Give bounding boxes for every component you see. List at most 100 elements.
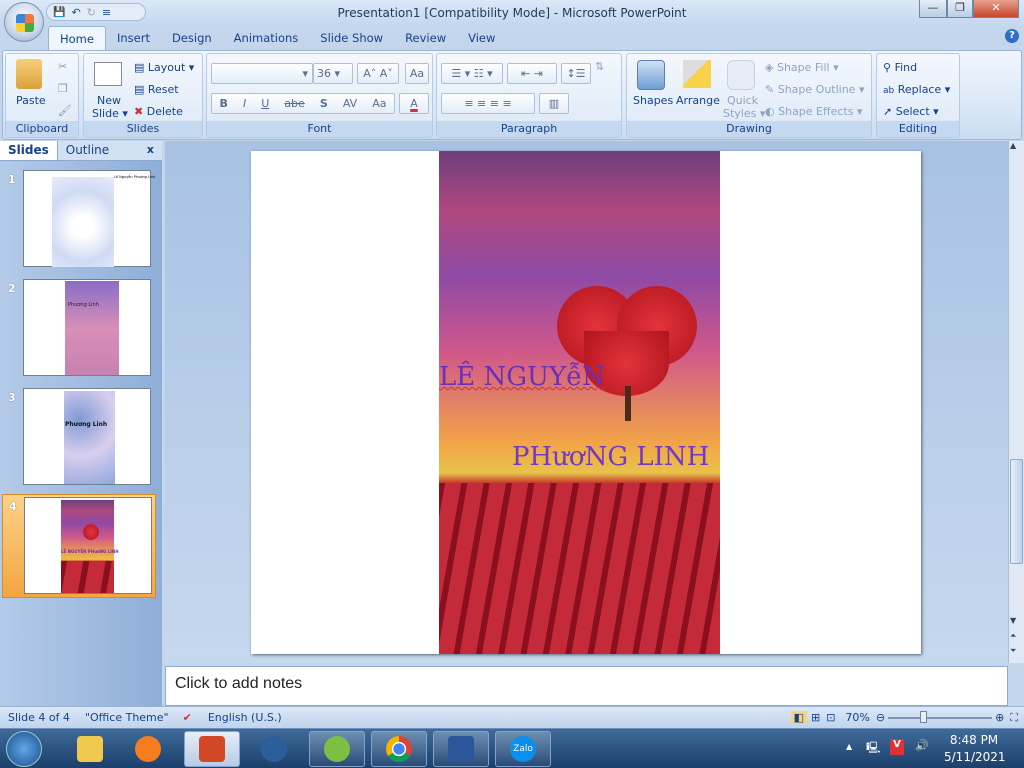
shrink-font-button[interactable]: A˅ xyxy=(380,67,393,80)
bold-button[interactable]: B xyxy=(220,94,228,113)
shape-fill-button[interactable]: ◈ Shape Fill ▾ xyxy=(765,61,839,74)
reset-button[interactable]: ▤ Reset xyxy=(134,83,179,96)
indent-buttons[interactable]: ⇤ ⇥ xyxy=(507,63,557,84)
save-icon[interactable]: 💾 xyxy=(53,7,65,18)
slide-thumbnail-2[interactable]: 2 Phương Linh xyxy=(2,277,156,381)
find-button[interactable]: ⚲ Find xyxy=(883,61,917,74)
font-size-select[interactable]: 36 ▾ xyxy=(313,63,353,84)
tab-animations[interactable]: Animations xyxy=(223,26,310,50)
clock[interactable]: 8:48 PM 5/11/2021 xyxy=(944,733,1006,764)
slide-thumbnail-1[interactable]: 1 Lê Nguyễn Phương Linh xyxy=(2,168,156,272)
zoom-slider[interactable] xyxy=(888,710,993,723)
grow-shrink-font[interactable]: A˄ A˅ xyxy=(357,63,399,84)
columns-button[interactable]: ▥ xyxy=(539,93,569,114)
customize-qat-icon[interactable]: ≡ xyxy=(102,6,111,19)
tab-home[interactable]: Home xyxy=(48,26,106,50)
quick-styles-button[interactable]: Styles ▾ xyxy=(723,107,765,120)
zoom-level[interactable]: 70% xyxy=(845,711,869,724)
thumbnail: Phương Linh xyxy=(23,279,151,376)
slide-thumbnail-3[interactable]: 3 Phương Linh xyxy=(2,386,156,490)
scroll-up-icon[interactable]: ▲ xyxy=(1010,141,1016,150)
font-name-select[interactable]: ▾ xyxy=(211,63,313,84)
new-slide-button[interactable]: Slide ▾ xyxy=(92,107,128,120)
italic-button[interactable]: I xyxy=(243,94,246,113)
tab-view[interactable]: View xyxy=(457,26,506,50)
language-indicator[interactable]: English (U.S.) xyxy=(208,711,282,724)
close-pane-button[interactable]: x xyxy=(139,141,162,160)
underline-button[interactable]: U xyxy=(261,94,269,113)
line-spacing-button[interactable]: ↕☰ xyxy=(561,63,591,84)
tab-design[interactable]: Design xyxy=(161,26,223,50)
zoom-slider-thumb[interactable] xyxy=(919,710,927,723)
network-icon[interactable]: 🖳 xyxy=(866,739,881,758)
spell-check-icon[interactable]: ✔ xyxy=(183,711,192,724)
next-slide-icon[interactable]: ⏷ xyxy=(1010,646,1016,656)
grow-font-button[interactable]: A˄ xyxy=(363,67,376,80)
zoom-in-icon[interactable]: ⊕ xyxy=(995,711,1004,724)
fit-to-window-icon[interactable]: ⛶ xyxy=(1010,711,1018,725)
tab-slides[interactable]: Slides xyxy=(0,141,58,160)
replace-icon: ab xyxy=(883,86,895,96)
text-direction-icon[interactable]: ⇅ xyxy=(595,60,604,73)
taskbar-chrome[interactable] xyxy=(371,731,427,767)
restore-button[interactable]: ❐ xyxy=(947,0,973,18)
minimize-button[interactable]: — xyxy=(919,0,947,18)
antivirus-icon[interactable]: V xyxy=(890,739,904,755)
help-icon[interactable]: ? xyxy=(1005,29,1019,43)
slide-picture-heart-tree[interactable] xyxy=(439,151,720,654)
slide-text-line-1[interactable]: LÊ NGUYễN xyxy=(439,362,605,392)
normal-view-icon[interactable]: ◧ xyxy=(790,711,807,724)
slide-show-icon[interactable]: ⊡ xyxy=(826,711,835,724)
strikethrough-button[interactable]: abe xyxy=(284,94,305,113)
start-button[interactable] xyxy=(6,731,42,767)
bullets-numbering-buttons[interactable]: ☰ ▾ ☷ ▾ xyxy=(441,63,503,84)
volume-icon[interactable]: 🔊 xyxy=(915,739,929,752)
format-painter-icon[interactable]: 🖌 xyxy=(58,104,72,117)
alignment-buttons[interactable]: ≡ ≡ ≡ ≡ xyxy=(441,93,535,114)
office-button[interactable] xyxy=(4,2,44,42)
arrange-button[interactable]: Arrange xyxy=(676,94,720,107)
slide-thumbnail-4[interactable]: 4 LÊ NGUYỄN PHươNG LINH xyxy=(2,494,156,598)
tab-slide-show[interactable]: Slide Show xyxy=(309,26,394,50)
tab-review[interactable]: Review xyxy=(394,26,457,50)
thumbnail-image xyxy=(52,177,114,267)
taskbar-zalo[interactable]: Zalo xyxy=(495,731,551,767)
copy-icon[interactable]: ❐ xyxy=(58,82,68,95)
taskbar-media-player[interactable] xyxy=(120,731,176,767)
slide-text-line-2[interactable]: PHươNG LINH xyxy=(512,442,709,472)
show-hidden-icons[interactable]: ▲ xyxy=(846,742,852,751)
redo-icon[interactable]: ↻ xyxy=(87,6,96,19)
window-title: Presentation1 [Compatibility Mode] - Mic… xyxy=(337,6,687,20)
paste-button[interactable]: Paste xyxy=(16,94,46,107)
scrollbar-thumb[interactable] xyxy=(1010,459,1023,564)
change-case-button[interactable]: Aa xyxy=(372,94,386,113)
taskbar-coccoc[interactable] xyxy=(309,731,365,767)
replace-button[interactable]: ab Replace ▾ xyxy=(883,83,950,96)
taskbar-word[interactable] xyxy=(433,731,489,767)
close-button[interactable]: ✕ xyxy=(973,0,1019,18)
select-button[interactable]: ➚ Select ▾ xyxy=(883,105,939,118)
undo-icon[interactable]: ↶ xyxy=(71,6,80,19)
new-slide-label[interactable]: New xyxy=(97,94,121,107)
character-spacing-button[interactable]: AV xyxy=(343,94,357,113)
zoom-out-icon[interactable]: ⊖ xyxy=(876,711,885,724)
previous-slide-icon[interactable]: ⏶ xyxy=(1010,631,1016,641)
shape-outline-button[interactable]: ✎ Shape Outline ▾ xyxy=(765,83,864,96)
slide-sorter-icon[interactable]: ⊞ xyxy=(811,711,820,724)
tab-insert[interactable]: Insert xyxy=(106,26,161,50)
taskbar-explorer[interactable] xyxy=(62,731,118,767)
shapes-button[interactable]: Shapes xyxy=(633,94,673,107)
notes-pane[interactable]: Click to add notes xyxy=(165,666,1008,706)
layout-button[interactable]: ▤ Layout ▾ xyxy=(134,61,194,74)
shape-effects-button[interactable]: ◐ Shape Effects ▾ xyxy=(765,105,862,118)
taskbar-powerpoint[interactable] xyxy=(184,731,240,767)
tab-outline[interactable]: Outline xyxy=(58,141,117,160)
taskbar-app[interactable] xyxy=(246,731,302,767)
shadow-button[interactable]: S xyxy=(320,94,328,113)
cut-icon[interactable]: ✂ xyxy=(58,60,67,73)
font-color-button[interactable]: A xyxy=(399,93,429,114)
vertical-scrollbar[interactable]: ▲ ▼ ⏶ ⏷ xyxy=(1008,141,1024,663)
clear-formatting-button[interactable]: Aa xyxy=(405,63,429,84)
delete-button[interactable]: ✖ Delete xyxy=(134,105,183,118)
scroll-down-icon[interactable]: ▼ xyxy=(1010,616,1016,625)
